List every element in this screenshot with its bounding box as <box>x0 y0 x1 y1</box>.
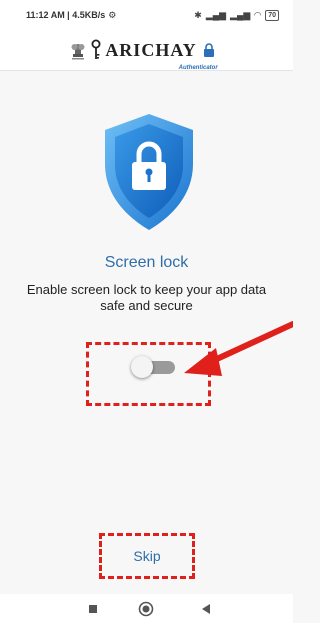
signal-icon: ▂▄▆ <box>205 9 227 20</box>
red-arrow-icon <box>184 321 293 376</box>
wifi-icon: ◠ <box>254 9 262 20</box>
padlock-icon <box>203 43 214 57</box>
battery-icon: 70 <box>265 9 279 21</box>
key-p-icon <box>91 39 101 59</box>
back-triangle-icon[interactable] <box>197 600 215 618</box>
emblem-icon <box>71 44 85 60</box>
recents-square-icon[interactable] <box>84 600 102 618</box>
settings-gear-icon: ⚙ <box>108 9 117 20</box>
parichay-logo: ARICHAY Authenticator <box>69 39 218 71</box>
screen-title: Screen lock <box>104 254 189 271</box>
shield-lock-icon <box>105 114 193 230</box>
brand-name: ARICHAY <box>105 39 197 60</box>
screen-description: Enable screen lock to keep your app data… <box>26 282 267 313</box>
bluetooth-icon: ✱ <box>194 9 202 20</box>
skip-highlight-box <box>99 533 195 579</box>
app-header: ARICHAY Authenticator <box>0 30 293 71</box>
status-time-speed: 11:12 AM | 4.5KB/s <box>26 10 106 20</box>
system-nav-bar <box>0 594 293 623</box>
tagline: Authenticator <box>178 65 218 71</box>
status-bar: 11:12 AM | 4.5KB/s ⚙ ✱ ▂▄▆ ▂▄▆ ◠ 70 <box>0 0 293 30</box>
home-circle-icon[interactable] <box>137 600 155 618</box>
signal-icon-2: ▂▄▆ <box>230 9 251 20</box>
